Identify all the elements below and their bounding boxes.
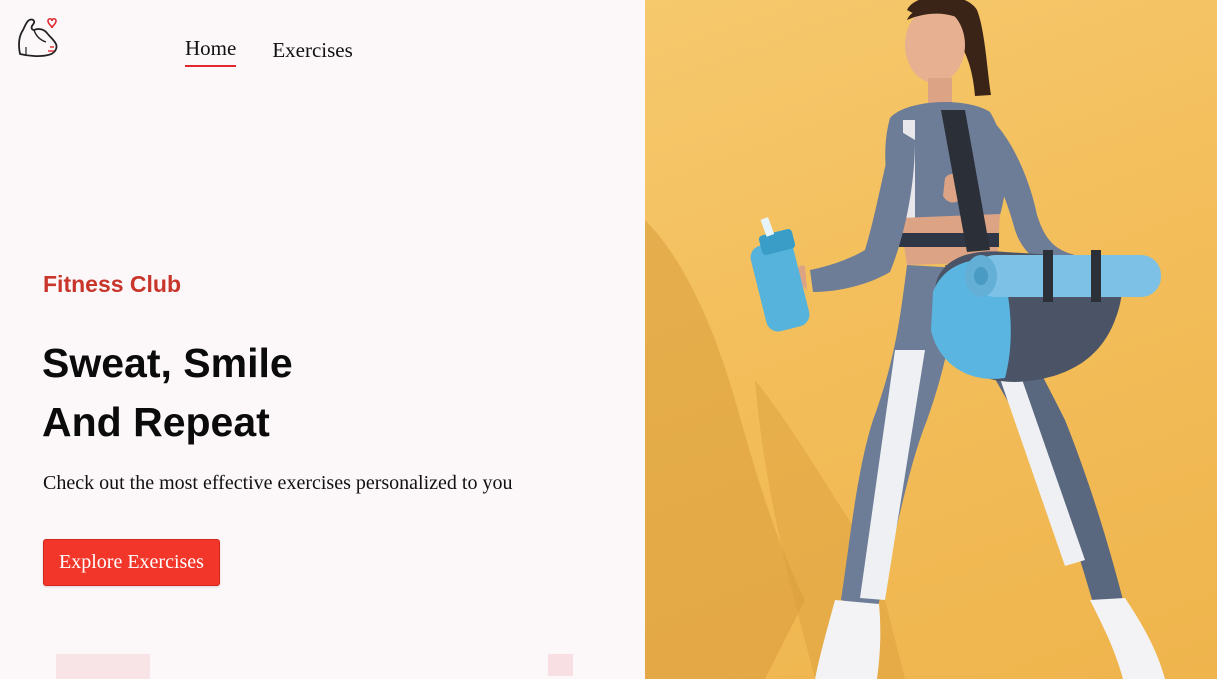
left-panel: Home Exercises Fitness Club Sweat, Smile…	[0, 0, 645, 679]
hero-headline-line1: Sweat, Smile	[42, 340, 293, 386]
decorative-block	[548, 654, 573, 676]
main-nav: Home Exercises	[185, 36, 353, 67]
hero-banner-image	[645, 0, 1217, 679]
hero-headline-line2: And Repeat	[42, 399, 270, 445]
woman-walking-illustration	[645, 0, 1165, 679]
hero-eyebrow: Fitness Club	[43, 271, 182, 297]
page: Home Exercises Fitness Club Sweat, Smile…	[0, 0, 1217, 679]
explore-exercises-button[interactable]: Explore Exercises	[43, 539, 220, 586]
nav-link-home[interactable]: Home	[185, 36, 237, 67]
hero-subtext: Check out the most effective exercises p…	[43, 472, 513, 494]
decorative-block	[56, 654, 150, 679]
logo-icon[interactable]	[14, 14, 62, 62]
hero-headline: Sweat, Smile And Repeat	[42, 334, 293, 452]
nav-link-exercises[interactable]: Exercises	[272, 38, 352, 67]
